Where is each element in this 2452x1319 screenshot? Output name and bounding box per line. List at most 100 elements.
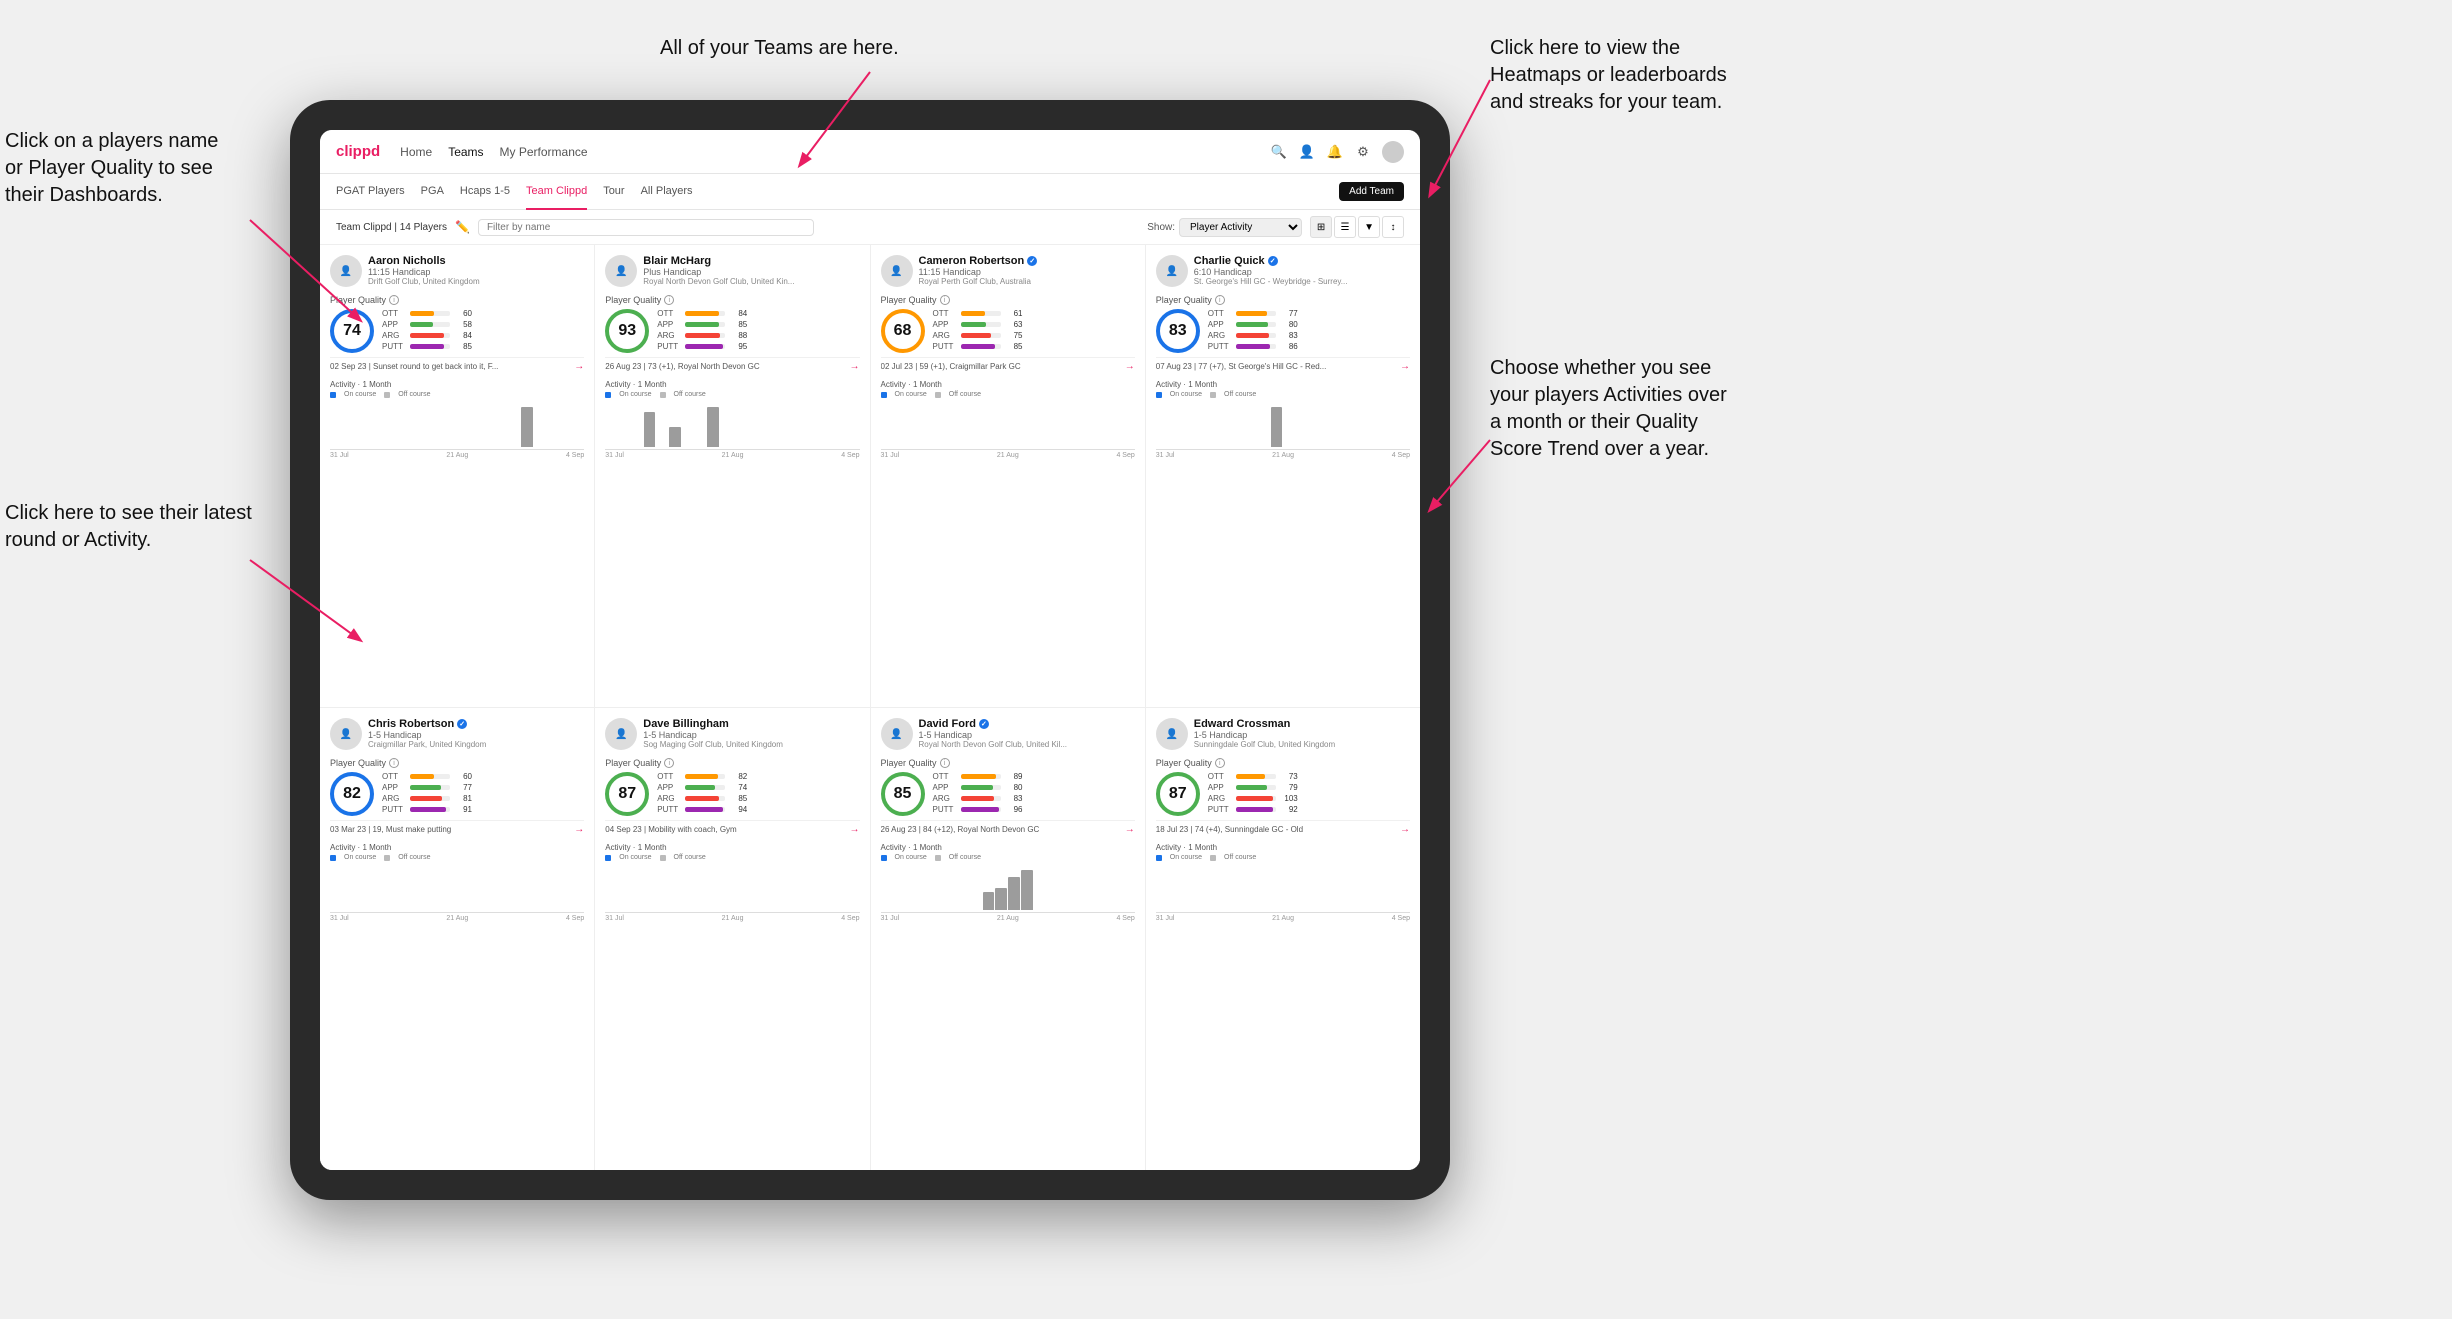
activity-chart	[1156, 400, 1410, 450]
stat-bar	[410, 796, 442, 801]
score-circle[interactable]: 87	[605, 772, 649, 816]
player-name[interactable]: Aaron Nicholls	[368, 255, 584, 267]
quality-content[interactable]: 68 OTT 61 APP 63	[881, 309, 1135, 353]
quality-content[interactable]: 74 OTT 60 APP 58	[330, 309, 584, 353]
score-circle[interactable]: 87	[1156, 772, 1200, 816]
quality-content[interactable]: 85 OTT 89 APP 80	[881, 772, 1135, 816]
add-team-button[interactable]: Add Team	[1339, 182, 1404, 201]
last-round[interactable]: 03 Mar 23 | 19, Must make putting →	[330, 820, 584, 835]
tab-all-players[interactable]: All Players	[641, 174, 693, 210]
bell-icon[interactable]: 🔔	[1326, 143, 1344, 161]
chart-bar	[644, 412, 656, 447]
on-course-legend	[330, 855, 336, 861]
score-circle[interactable]: 68	[881, 309, 925, 353]
navigate-arrow-icon[interactable]: →	[1125, 361, 1135, 372]
tab-pgat-players[interactable]: PGAT Players	[336, 174, 405, 210]
tab-team-clippd[interactable]: Team Clippd	[526, 174, 587, 210]
score-circle[interactable]: 85	[881, 772, 925, 816]
toolbar: Team Clippd | 14 Players ✏️ Show: Player…	[320, 210, 1420, 245]
player-name[interactable]: Chris Robertson ✓	[368, 718, 584, 730]
off-course-label: Off course	[949, 391, 981, 398]
stat-value: 74	[729, 783, 747, 792]
stat-bar-bg	[961, 774, 1001, 779]
navigate-arrow-icon[interactable]: →	[1400, 824, 1410, 835]
stat-row: PUTT 95	[657, 342, 859, 351]
stat-label: APP	[933, 320, 957, 329]
edit-icon[interactable]: ✏️	[455, 220, 470, 234]
search-icon[interactable]: 🔍	[1270, 143, 1288, 161]
last-round[interactable]: 07 Aug 23 | 77 (+7), St George's Hill GC…	[1156, 357, 1410, 372]
score-circle[interactable]: 83	[1156, 309, 1200, 353]
quality-content[interactable]: 93 OTT 84 APP 85	[605, 309, 859, 353]
stat-label: PUTT	[933, 805, 957, 814]
player-header: 👤 Cameron Robertson ✓ 11:15 Handicap Roy…	[881, 255, 1135, 287]
table-view-button[interactable]: ☰	[1334, 216, 1356, 238]
navigate-arrow-icon[interactable]: →	[1400, 361, 1410, 372]
stat-bar-bg	[685, 322, 725, 327]
score-circle[interactable]: 93	[605, 309, 649, 353]
show-dropdown[interactable]: Player Activity Quality Score Trend	[1179, 218, 1302, 237]
stat-value: 84	[729, 309, 747, 318]
last-round[interactable]: 18 Jul 23 | 74 (+4), Sunningdale GC - Ol…	[1156, 820, 1410, 835]
nav-link-teams[interactable]: Teams	[448, 145, 483, 159]
settings-icon[interactable]: ⚙	[1354, 143, 1372, 161]
last-round[interactable]: 26 Aug 23 | 73 (+1), Royal North Devon G…	[605, 357, 859, 372]
stat-bar-bg	[685, 807, 725, 812]
tab-tour[interactable]: Tour	[603, 174, 624, 210]
date-start: 31 Jul	[330, 452, 349, 459]
stat-label: ARG	[657, 794, 681, 803]
quality-content[interactable]: 83 OTT 77 APP 80	[1156, 309, 1410, 353]
grid-view-button[interactable]: ⊞	[1310, 216, 1332, 238]
navigate-arrow-icon[interactable]: →	[574, 361, 584, 372]
stat-bar-bg	[961, 322, 1001, 327]
avatar[interactable]	[1382, 141, 1404, 163]
last-round[interactable]: 04 Sep 23 | Mobility with coach, Gym →	[605, 820, 859, 835]
nav-logo[interactable]: clippd	[336, 143, 380, 160]
stat-value: 73	[1280, 772, 1298, 781]
last-round[interactable]: 02 Jul 23 | 59 (+1), Craigmillar Park GC…	[881, 357, 1135, 372]
last-round-text: 07 Aug 23 | 77 (+7), St George's Hill GC…	[1156, 362, 1400, 371]
annotation-3: All of your Teams are here.	[660, 35, 899, 62]
navigate-arrow-icon[interactable]: →	[850, 824, 860, 835]
stat-label: OTT	[933, 309, 957, 318]
profile-icon[interactable]: 👤	[1298, 143, 1316, 161]
score-circle[interactable]: 74	[330, 309, 374, 353]
stat-bar	[410, 322, 433, 327]
filter-button[interactable]: ▼	[1358, 216, 1380, 238]
stat-value: 77	[454, 783, 472, 792]
off-course-legend	[384, 855, 390, 861]
score-circle[interactable]: 82	[330, 772, 374, 816]
stat-value: 86	[1280, 342, 1298, 351]
info-icon: i	[1215, 295, 1225, 305]
quality-label: Player Quality i	[1156, 758, 1410, 768]
player-name[interactable]: Edward Crossman	[1194, 718, 1410, 730]
nav-link-home[interactable]: Home	[400, 145, 432, 159]
navigate-arrow-icon[interactable]: →	[1125, 824, 1135, 835]
stat-label: ARG	[657, 331, 681, 340]
date-mid: 21 Aug	[722, 452, 744, 459]
sort-button[interactable]: ↕	[1382, 216, 1404, 238]
stat-bar-bg	[1236, 344, 1276, 349]
stat-row: OTT 82	[657, 772, 859, 781]
player-name[interactable]: Blair McHarg	[643, 255, 859, 267]
off-course-label: Off course	[398, 391, 430, 398]
player-card: 👤 Blair McHarg Plus Handicap Royal North…	[595, 245, 869, 707]
search-input[interactable]	[478, 219, 814, 236]
navigate-arrow-icon[interactable]: →	[850, 361, 860, 372]
player-name[interactable]: David Ford ✓	[919, 718, 1135, 730]
stat-bar-bg	[1236, 322, 1276, 327]
tab-pga[interactable]: PGA	[421, 174, 444, 210]
navigate-arrow-icon[interactable]: →	[574, 824, 584, 835]
tab-hcaps[interactable]: Hcaps 1-5	[460, 174, 510, 210]
stat-bar-bg	[961, 311, 1001, 316]
nav-link-my-performance[interactable]: My Performance	[500, 145, 588, 159]
quality-content[interactable]: 87 OTT 73 APP 79	[1156, 772, 1410, 816]
player-name[interactable]: Charlie Quick ✓	[1194, 255, 1410, 267]
player-info: Aaron Nicholls 11:15 Handicap Drift Golf…	[368, 255, 584, 286]
last-round[interactable]: 26 Aug 23 | 84 (+12), Royal North Devon …	[881, 820, 1135, 835]
quality-content[interactable]: 82 OTT 60 APP 77	[330, 772, 584, 816]
player-name[interactable]: Dave Billingham	[643, 718, 859, 730]
last-round[interactable]: 02 Sep 23 | Sunset round to get back int…	[330, 357, 584, 372]
player-name[interactable]: Cameron Robertson ✓	[919, 255, 1135, 267]
quality-content[interactable]: 87 OTT 82 APP 74	[605, 772, 859, 816]
